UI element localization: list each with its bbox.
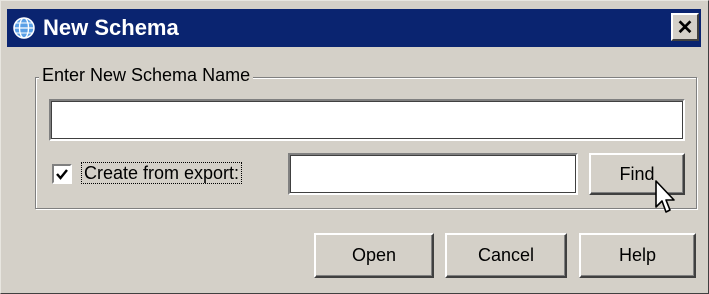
globe-icon xyxy=(11,15,37,41)
dialog-title: New Schema xyxy=(43,15,179,40)
create-from-export-label[interactable]: Create from export: xyxy=(81,162,243,184)
schema-name-input-frame xyxy=(49,99,685,141)
close-button[interactable]: ✕ xyxy=(671,13,699,41)
close-icon: ✕ xyxy=(676,16,694,39)
create-from-export-checkbox[interactable] xyxy=(52,164,72,184)
export-path-input[interactable] xyxy=(290,155,576,193)
mouse-pointer-icon xyxy=(655,180,675,213)
new-schema-dialog: New Schema ✕ Enter New Schema Name Creat… xyxy=(0,0,709,294)
cancel-button[interactable]: Cancel xyxy=(445,233,567,278)
checkmark-icon xyxy=(56,169,68,180)
help-button[interactable]: Help xyxy=(579,233,696,278)
export-path-input-frame xyxy=(288,153,578,195)
group-label: Enter New Schema Name xyxy=(39,65,254,86)
title-bar[interactable]: New Schema ✕ xyxy=(7,9,701,47)
open-button[interactable]: Open xyxy=(314,233,434,278)
schema-name-input[interactable] xyxy=(51,101,683,139)
